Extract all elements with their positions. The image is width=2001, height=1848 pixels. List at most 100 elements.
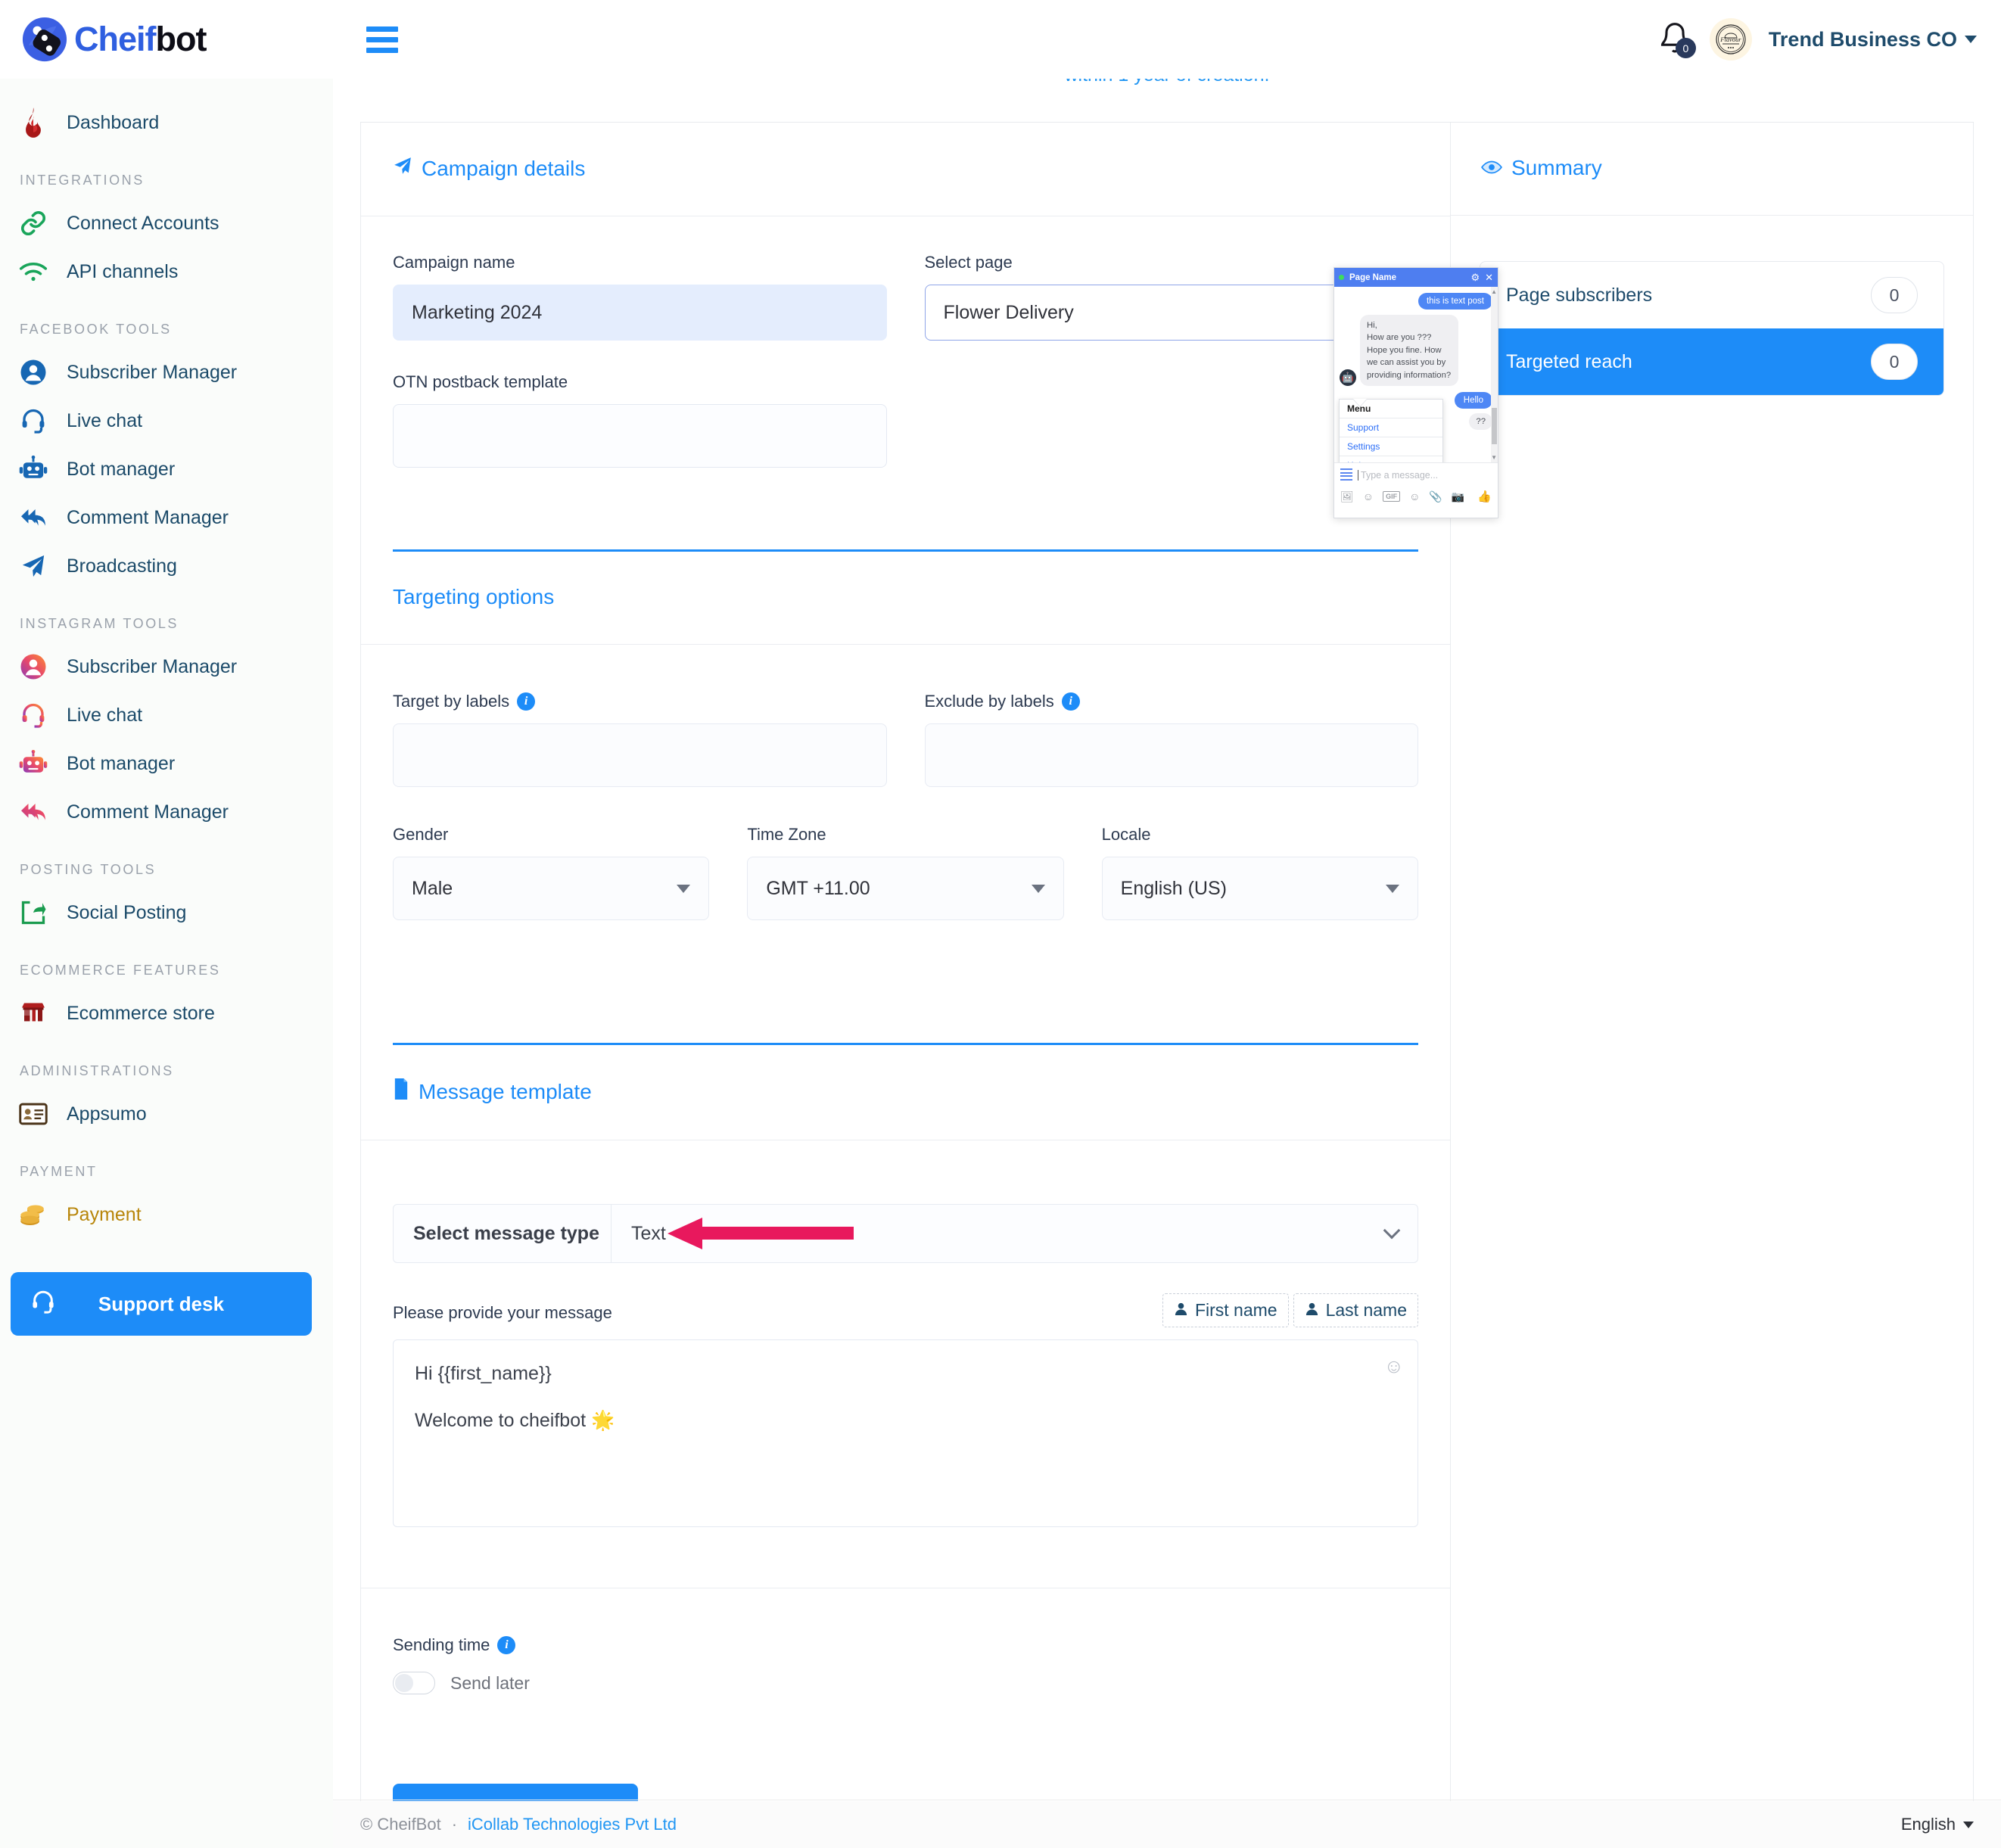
message-template-header: Message template <box>361 1045 1450 1140</box>
sidebar-item-label: Social Posting <box>67 901 187 923</box>
sidebar-item-ig-live-chat[interactable]: Live chat <box>0 691 333 739</box>
sidebar-item-payment[interactable]: Payment <box>0 1190 333 1239</box>
chat-menu-icon[interactable] <box>1340 468 1352 482</box>
sidebar-item-broadcasting[interactable]: Broadcasting <box>0 542 333 590</box>
image-icon[interactable]: 🖼 <box>1340 490 1354 503</box>
attachment-icon[interactable]: 📎 <box>1429 490 1442 503</box>
summary-row-targeted-reach[interactable]: Targeted reach 0 <box>1480 328 1943 395</box>
chat-message-outgoing: this is text post <box>1418 293 1492 310</box>
message-label: Please provide your message <box>393 1303 612 1322</box>
sending-time-label: Sending time i <box>393 1635 1418 1655</box>
notice-banner: within 1 year of creation. <box>360 79 1974 123</box>
message-line-2: Welcome to cheifbot 🌟 <box>415 1410 615 1431</box>
bot-avatar-icon: 🤖 <box>1340 369 1356 386</box>
sidebar-section-ecommerce: ECOMMERCE FEATURES <box>20 963 221 978</box>
last-name-chip[interactable]: Last name <box>1293 1293 1418 1327</box>
sidebar-item-social-posting[interactable]: Social Posting <box>0 888 333 937</box>
file-icon <box>393 1078 409 1105</box>
sidebar-item-ig-comment-manager[interactable]: Comment Manager <box>0 788 333 836</box>
sidebar-item-connect-accounts[interactable]: Connect Accounts <box>0 199 333 247</box>
sidebar-item-fb-subscriber-manager[interactable]: Subscriber Manager <box>0 348 333 397</box>
chat-menu-item-help[interactable]: Help <box>1340 456 1442 462</box>
chat-scrollbar[interactable]: ▲ ▼ <box>1491 287 1498 462</box>
sidebar-section-integrations: INTEGRATIONS <box>20 173 145 188</box>
sidebar-item-appsumo[interactable]: Appsumo <box>0 1090 333 1138</box>
sending-time-block: Sending time i Send later <box>361 1635 1450 1694</box>
sticker-icon[interactable]: ☺ <box>1363 490 1374 502</box>
sidebar-item-fb-live-chat[interactable]: Live chat <box>0 397 333 445</box>
campaign-name-field: Campaign name Marketing 2024 <box>393 253 887 341</box>
target-labels-text: Target by labels <box>393 692 510 711</box>
chat-page-name: Page Name <box>1349 272 1397 282</box>
sidebar-item-label: API channels <box>67 260 179 282</box>
coins-icon <box>17 1198 50 1231</box>
summary-row-label: Targeted reach <box>1506 350 1632 372</box>
sidebar-item-ig-subscriber-manager[interactable]: Subscriber Manager <box>0 642 333 691</box>
scroll-down-icon[interactable]: ▼ <box>1491 454 1497 461</box>
headset-icon <box>17 698 50 732</box>
gear-icon[interactable]: ⚙ <box>1470 272 1480 284</box>
message-textarea[interactable]: Hi {{first_name}} Welcome to cheifbot 🌟 … <box>393 1339 1418 1527</box>
campaign-name-input[interactable]: Marketing 2024 <box>393 285 887 341</box>
exclude-labels-text: Exclude by labels <box>924 692 1054 711</box>
sidebar-item-label: Comment Manager <box>67 801 229 823</box>
chat-message-input[interactable]: Type a message... <box>1358 470 1438 481</box>
footer-company-link[interactable]: iCollab Technologies Pvt Ltd <box>468 1815 677 1834</box>
sidebar-item-label: Live chat <box>67 409 143 431</box>
scrollbar-thumb[interactable] <box>1492 408 1497 444</box>
scroll-up-icon[interactable]: ▲ <box>1491 288 1497 295</box>
camera-icon[interactable]: 📷 <box>1452 490 1464 503</box>
notifications-button[interactable]: 0 <box>1658 20 1696 58</box>
sidebar-item-ecommerce-store[interactable]: Ecommerce store <box>0 989 333 1038</box>
info-icon[interactable]: i <box>497 1636 516 1654</box>
sidebar-item-api-channels[interactable]: API channels <box>0 247 333 296</box>
locale-dropdown[interactable]: English (US) <box>1101 857 1418 920</box>
account-name-label: Trend Business CO <box>1768 27 1957 51</box>
thumbs-up-icon[interactable]: 👍 <box>1477 490 1492 503</box>
gender-dropdown[interactable]: Male <box>393 857 710 920</box>
emoji-icon[interactable]: ☺ <box>1409 490 1420 502</box>
otn-input[interactable] <box>393 404 887 468</box>
first-name-chip-label: First name <box>1194 1300 1277 1320</box>
info-icon[interactable]: i <box>1061 692 1080 711</box>
share-square-icon <box>17 896 50 929</box>
sidebar-toggle-icon[interactable] <box>366 26 398 53</box>
close-icon[interactable]: ✕ <box>1485 272 1493 284</box>
avatar[interactable]: Flavour <box>1709 18 1752 61</box>
timezone-dropdown[interactable]: GMT +11.00 <box>747 857 1064 920</box>
sidebar-item-fb-comment-manager[interactable]: Comment Manager <box>0 493 333 542</box>
select-message-type-row[interactable]: Select message type Text <box>393 1204 1418 1263</box>
select-message-type-dropdown[interactable]: Text <box>612 1205 1418 1262</box>
divider <box>1451 215 1973 216</box>
gender-field: Gender Male <box>393 825 710 920</box>
headset-icon <box>17 404 50 437</box>
target-labels-input[interactable] <box>393 723 887 787</box>
summary-row-page-subscribers[interactable]: Page subscribers 0 <box>1480 262 1943 328</box>
sidebar-item-label: Bot manager <box>67 458 176 480</box>
top-bar-right: 0 Flavour Trend Business CO <box>1658 0 2001 79</box>
chevron-down-icon <box>1965 36 1977 43</box>
exclude-labels-input[interactable] <box>924 723 1418 787</box>
target-labels-label: Target by labels i <box>393 692 887 711</box>
send-later-row: Send later <box>393 1672 1418 1694</box>
info-icon[interactable]: i <box>517 692 536 711</box>
summary-list: Page subscribers 0 Targeted reach 0 <box>1480 261 1944 396</box>
gif-icon[interactable]: GIF <box>1383 491 1401 502</box>
chat-message-incoming: Hi, How are you ??? Hope you fine. How w… <box>1360 315 1458 386</box>
sidebar-item-dashboard[interactable]: Dashboard <box>0 98 333 147</box>
sending-time-text: Sending time <box>393 1635 490 1654</box>
sidebar-item-fb-bot-manager[interactable]: Bot manager <box>0 445 333 493</box>
sidebar-item-ig-bot-manager[interactable]: Bot manager <box>0 739 333 788</box>
account-menu[interactable]: Trend Business CO <box>1769 28 1977 51</box>
emoji-picker-icon[interactable]: ☺ <box>1383 1351 1404 1383</box>
support-desk-button[interactable]: Support desk <box>11 1272 312 1336</box>
language-selector[interactable]: English <box>1901 1815 1974 1834</box>
send-later-toggle[interactable] <box>393 1672 435 1694</box>
chat-menu-item-support[interactable]: Support <box>1340 418 1442 437</box>
chat-menu-item-settings[interactable]: Settings <box>1340 437 1442 456</box>
locale-value: English (US) <box>1120 877 1227 899</box>
first-name-chip[interactable]: First name <box>1162 1293 1289 1327</box>
app-logo[interactable]: Cheifbot <box>0 0 333 79</box>
message-input-header: Please provide your message First name L… <box>393 1263 1418 1327</box>
id-card-icon <box>17 1097 50 1131</box>
